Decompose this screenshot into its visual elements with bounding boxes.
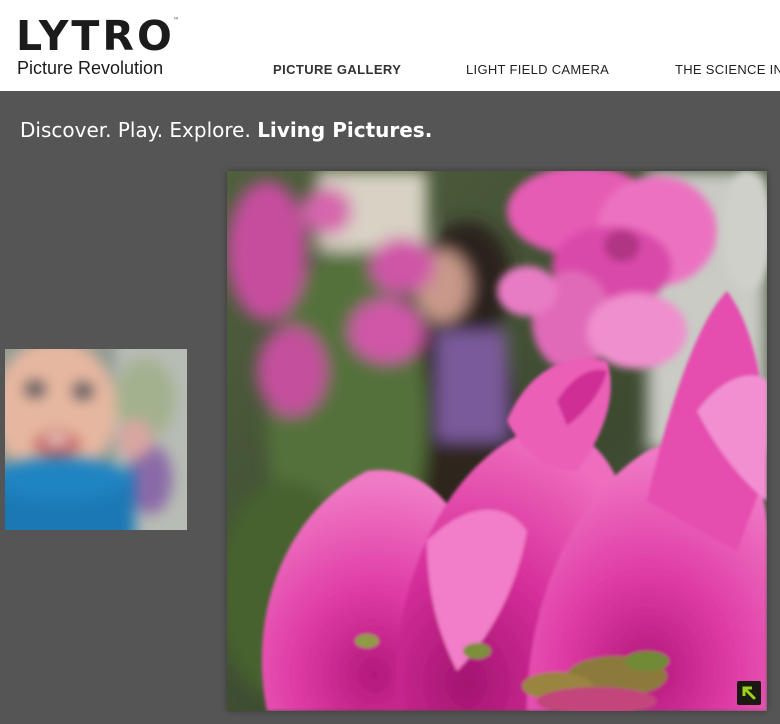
- nav-science-inside[interactable]: THE SCIENCE INSIDE: [675, 62, 780, 78]
- arrow-up-left-icon: [742, 686, 756, 700]
- page: LYTRO ™ Picture Revolution PICTURE GALLE…: [0, 0, 780, 724]
- tagline-plain: Discover. Play. Explore.: [20, 118, 258, 142]
- thumbnail-image: [5, 349, 187, 530]
- main-nav: PICTURE GALLERY LIGHT FIELD CAMERA THE S…: [0, 0, 780, 91]
- expand-button[interactable]: [737, 681, 761, 705]
- flower-photo: [227, 171, 767, 711]
- hero-tagline: Discover. Play. Explore. Living Pictures…: [20, 117, 432, 143]
- living-picture-main[interactable]: [227, 171, 767, 711]
- tagline-strong: Living Pictures.: [257, 118, 433, 142]
- gallery-thumbnail-previous[interactable]: [5, 349, 187, 530]
- site-header: LYTRO ™ Picture Revolution PICTURE GALLE…: [0, 0, 780, 91]
- nav-picture-gallery[interactable]: PICTURE GALLERY: [273, 62, 401, 78]
- nav-light-field-camera[interactable]: LIGHT FIELD CAMERA: [466, 62, 609, 78]
